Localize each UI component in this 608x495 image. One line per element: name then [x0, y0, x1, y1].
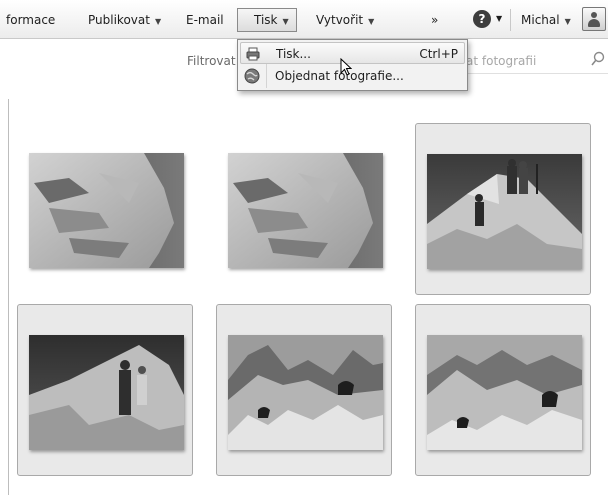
- toolbar-item-label: Vytvořit: [316, 13, 364, 27]
- menu-item-label: Tisk...: [276, 47, 311, 61]
- photo-tile-selected[interactable]: [415, 123, 591, 295]
- print-dropdown-menu: Tisk... Ctrl+P Objednat fotografie...: [237, 39, 468, 91]
- chevron-down-icon: ▼: [282, 17, 289, 26]
- search-input[interactable]: at fotografii: [466, 54, 536, 68]
- user-menu[interactable]: Michal ▼: [521, 10, 571, 30]
- photo-tile-selected[interactable]: [216, 304, 392, 476]
- toolbar-item-informace[interactable]: formace: [6, 10, 55, 30]
- overflow-chevron-icon: »: [431, 13, 439, 27]
- chevron-down-icon: ▼: [368, 17, 375, 26]
- menu-item-print[interactable]: Tisk... Ctrl+P: [240, 42, 465, 64]
- toolbar-item-label: Tisk: [254, 13, 278, 27]
- user-name: Michal: [521, 13, 560, 27]
- printer-icon: [246, 47, 260, 61]
- toolbar-item-vytvorit[interactable]: Vytvořit ▼: [316, 10, 374, 30]
- photo-tile-selected[interactable]: [415, 304, 591, 476]
- toolbar-item-tisk[interactable]: Tisk ▼: [254, 10, 289, 30]
- photo-rock-face-1[interactable]: [29, 153, 184, 268]
- toolbar-item-label: E-mail: [186, 13, 224, 27]
- toolbar-separator: [510, 9, 511, 31]
- mouse-cursor-icon: [340, 58, 352, 76]
- toolbar-item-label: Publikovat: [88, 13, 150, 27]
- toolbar-overflow-button[interactable]: »: [431, 10, 438, 30]
- search-box[interactable]: at fotografii: [462, 49, 608, 74]
- photo-tile-selected[interactable]: [17, 304, 193, 476]
- photo-mountains-bird-2[interactable]: [427, 335, 582, 450]
- photo-gallery: [8, 99, 608, 495]
- filter-label: Filtrovat: [187, 54, 236, 68]
- photo-tile[interactable]: [216, 119, 392, 291]
- photo-tile[interactable]: [17, 119, 193, 291]
- help-dropdown-arrow-icon[interactable]: ▼: [496, 14, 502, 23]
- user-account-icon[interactable]: [582, 7, 606, 31]
- menu-item-shortcut: Ctrl+P: [419, 47, 458, 61]
- help-icon[interactable]: ?: [473, 10, 491, 28]
- photo-mountains-bird-1[interactable]: [228, 335, 383, 450]
- chevron-down-icon: ▼: [564, 17, 571, 26]
- globe-icon: [244, 68, 260, 84]
- search-icon[interactable]: [590, 51, 606, 67]
- command-toolbar: formace Publikovat ▼ E-mail Tisk ▼ Vytvoři…: [0, 0, 608, 39]
- photo-climbers-ridge[interactable]: [29, 335, 184, 450]
- photo-climbers-summit[interactable]: [427, 154, 582, 269]
- photo-rock-face-2[interactable]: [228, 153, 383, 268]
- chevron-down-icon: ▼: [154, 17, 162, 26]
- toolbar-item-label: formace: [6, 13, 56, 27]
- menu-item-order-photos[interactable]: Objednat fotografie...: [240, 65, 465, 87]
- toolbar-item-email[interactable]: E-mail: [186, 10, 224, 30]
- toolbar-item-publikovat[interactable]: Publikovat ▼: [88, 10, 161, 30]
